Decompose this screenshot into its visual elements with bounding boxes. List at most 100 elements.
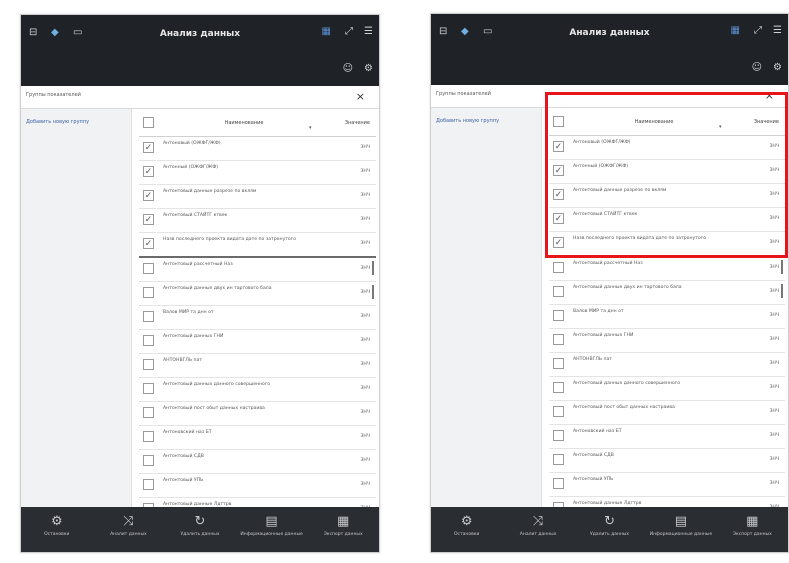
close-icon[interactable]: × [765,89,774,102]
table-row[interactable]: ✓ Назв последнего проекта видата дате по … [549,232,785,257]
toolbar-button[interactable]: ↻ Удалить данных [164,507,236,552]
table-row[interactable]: Антонтовый СДВ ЗНЧ [139,450,376,474]
table-row[interactable]: ✓ Антонтовый данные разрезе по вклям ЗНЧ [549,184,785,208]
row-checkbox-checked[interactable]: ✓ [553,237,564,248]
table-row[interactable]: Антоновский наз БТ ЗНЧ [549,425,785,449]
row-checkbox-checked[interactable]: ✓ [143,142,154,153]
table-row[interactable]: ✓ Антоновый (ОЖФГ/ЖФ) ЗНЧ [549,136,785,160]
table-row[interactable]: Антонтовый рассчетный Наз ЗНЧ [549,257,785,281]
drag-handle[interactable] [781,260,783,274]
column-header-value[interactable]: Значение [754,119,779,125]
toolbar-button[interactable]: ▤ Информационные данные [236,507,308,552]
row-checkbox[interactable] [553,478,564,489]
row-checkbox[interactable] [553,286,564,297]
toolbar-button[interactable]: ▦ Экспорт данных [307,507,379,552]
row-checkbox[interactable] [143,287,154,298]
table-row[interactable]: ✓ Назв последнего проекта видата дате по … [139,233,376,258]
row-checkbox[interactable] [553,382,564,393]
drag-handle[interactable] [372,285,374,299]
table-row[interactable]: АНТОНВГЛЬ пат ЗНЧ [139,354,376,378]
chart-icon[interactable]: ▦ [322,27,331,37]
row-checkbox-checked[interactable]: ✓ [143,214,154,225]
drag-handle[interactable] [372,261,374,275]
table-row[interactable]: ✓ Антонный (ОЖФГ/ЖФ) ЗНЧ [549,160,785,184]
toolbar-button[interactable]: ▦ Экспорт данных [717,507,788,552]
table-row[interactable]: Антонтовый данных ГНИ ЗНЧ [549,329,785,353]
column-header-name[interactable]: Наименование [594,119,714,125]
chart-icon[interactable]: ▦ [731,26,740,36]
row-checkbox[interactable] [143,335,154,346]
table-row[interactable]: Антонтовый рассчетный Наз ЗНЧ [139,258,376,282]
menu-icon[interactable]: ☰ [773,26,782,36]
table-row[interactable]: Антонтовый данных данного совершенного ЗН… [549,377,785,401]
column-header-name[interactable]: Наименование [184,120,304,126]
table-row[interactable]: Антонтовый пост обыт данных настраива ЗНЧ [139,402,376,426]
close-icon[interactable]: × [356,90,365,103]
table-row[interactable]: ✓ Антонтовый данные разрезе по вклям ЗНЧ [139,185,376,209]
row-checkbox[interactable] [143,479,154,490]
toolbar-button[interactable]: ⤨ Аналит данных [93,507,165,552]
table-row[interactable]: Валов МИР та днн от ЗНЧ [139,306,376,330]
row-checkbox-checked[interactable]: ✓ [553,165,564,176]
row-checkbox-checked[interactable]: ✓ [553,213,564,224]
row-checkbox-checked[interactable]: ✓ [143,166,154,177]
row-checkbox[interactable] [553,310,564,321]
row-checkbox[interactable] [553,406,564,417]
add-group-link[interactable]: Добавить новую группу [26,119,89,125]
select-all-checkbox[interactable] [553,116,564,127]
sort-icon[interactable]: ▾ [309,125,312,131]
table-row[interactable]: Антонтовый УПЬ ЗНЧ [139,474,376,498]
drag-handle[interactable] [781,284,783,298]
row-checkbox[interactable] [143,407,154,418]
row-checkbox[interactable] [143,383,154,394]
row-checkbox[interactable] [553,454,564,465]
table-row[interactable]: ✓ Антоновый (ОЖФГ/ЖФ) ЗНЧ [139,137,376,161]
table-row[interactable]: Антонтовый СДВ ЗНЧ [549,449,785,473]
row-checkbox[interactable] [143,263,154,274]
user-icon[interactable]: ☺ [343,64,353,74]
expand-icon[interactable]: ⤢ [345,27,353,37]
row-checkbox[interactable] [553,262,564,273]
row-checkbox-checked[interactable]: ✓ [553,141,564,152]
row-name: Антоновский наз БТ [573,429,622,434]
settings-icon[interactable]: ⚙ [364,64,373,74]
add-group-link[interactable]: Добавить новую группу [436,118,499,124]
sort-icon[interactable]: ▾ [719,124,722,130]
row-checkbox[interactable] [553,430,564,441]
table-row[interactable]: Антонтовый УПЬ ЗНЧ [549,473,785,497]
row-checkbox-checked[interactable]: ✓ [143,190,154,201]
select-all-checkbox[interactable] [143,117,154,128]
table-row[interactable]: АНТОНВГЛЬ пат ЗНЧ [549,353,785,377]
table-row[interactable]: Антонтовый пост обыт данных настраива ЗНЧ [549,401,785,425]
row-name: Антонтовый данных ГНИ [573,333,634,338]
table-row[interactable]: ✓ Антонтовый СТАЙТГ ктвек ЗНЧ [139,209,376,233]
row-name: Антонтовый данные разрезе по вклям [573,188,667,193]
column-header-value[interactable]: Значение [345,120,370,126]
toolbar-button[interactable]: ↻ Удалить данных [574,507,645,552]
table-row[interactable]: Антоновский наз БТ ЗНЧ [139,426,376,450]
table-row[interactable]: Валов МИР та днн от ЗНЧ [549,305,785,329]
table-row[interactable]: Антонтовый данных ГНИ ЗНЧ [139,330,376,354]
toolbar-button[interactable]: ⚙ Остановки [431,507,502,552]
row-checkbox-checked[interactable]: ✓ [553,189,564,200]
row-checkbox[interactable] [143,455,154,466]
row-checkbox[interactable] [143,359,154,370]
menu-icon[interactable]: ☰ [364,27,373,37]
expand-icon[interactable]: ⤢ [754,26,762,36]
row-checkbox[interactable] [143,311,154,322]
toolbar-button[interactable]: ▤ Информационные данные [645,507,716,552]
user-icon[interactable]: ☺ [752,63,762,73]
toolbar-button[interactable]: ⚙ Остановки [21,507,93,552]
settings-icon[interactable]: ⚙ [773,63,782,73]
table-row[interactable]: ✓ Антонтовый СТАЙТГ ктвек ЗНЧ [549,208,785,232]
row-checkbox[interactable] [553,334,564,345]
table-row[interactable]: Антонтовый данных данного совершенного ЗН… [139,378,376,402]
toolbar-button[interactable]: ⤨ Аналит данных [502,507,573,552]
table-row[interactable]: Антонтовый данные двух ин тартового бала… [139,282,376,306]
table-row[interactable]: Антонтовый данные двух ин тартового бала… [549,281,785,305]
row-checkbox-checked[interactable]: ✓ [143,238,154,249]
row-checkbox[interactable] [553,358,564,369]
table-row[interactable]: ✓ Антонный (ОЖФГ/ЖФ) ЗНЧ [139,161,376,185]
row-checkbox[interactable] [143,431,154,442]
row-value: ЗНЧ [769,433,779,438]
